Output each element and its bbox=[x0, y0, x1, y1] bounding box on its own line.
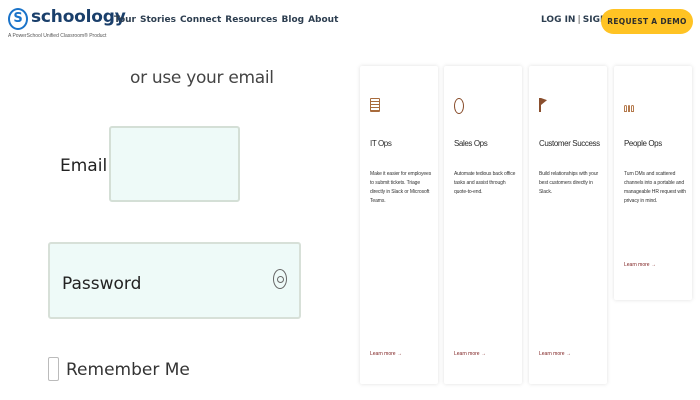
eye-icon[interactable] bbox=[273, 269, 287, 289]
login-link[interactable]: LOG IN bbox=[541, 15, 575, 25]
card-description: Build relationships with your best custo… bbox=[539, 171, 599, 195]
card-customer-success: Customer Success Build relationships wit… bbox=[529, 66, 607, 384]
password-label: Password bbox=[62, 274, 142, 294]
people-icon bbox=[624, 98, 635, 112]
logo-tagline: A PowerSchool Unified Classroom® Product bbox=[8, 33, 107, 39]
lightbulb-icon bbox=[454, 98, 464, 114]
card-it-ops: IT Ops Make it easier for employees to s… bbox=[360, 66, 438, 384]
learn-more-link[interactable]: Learn more → bbox=[454, 351, 486, 357]
logo-text: schoology bbox=[31, 7, 126, 27]
card-title: Customer Success bbox=[539, 139, 600, 148]
nav-item-connect[interactable]: Connect bbox=[180, 15, 221, 25]
header: S schoology A PowerSchool Unified Classr… bbox=[0, 0, 700, 46]
learn-more-link[interactable]: Learn more → bbox=[370, 351, 402, 357]
card-description: Turn DMs and scattered channels into a p… bbox=[624, 171, 686, 204]
remember-me-label[interactable]: Remember Me bbox=[66, 360, 190, 380]
nav-item-tour[interactable]: Tour bbox=[114, 15, 136, 25]
nav-item-stories[interactable]: Stories bbox=[140, 15, 176, 25]
card-title: Sales Ops bbox=[454, 139, 488, 148]
nav-item-blog[interactable]: Blog bbox=[282, 15, 305, 25]
card-people-ops: People Ops Turn DMs and scattered channe… bbox=[614, 66, 692, 300]
remember-me-checkbox[interactable] bbox=[48, 357, 59, 381]
schoology-logo[interactable]: S schoology A PowerSchool Unified Classr… bbox=[6, 6, 126, 40]
card-sales-ops: Sales Ops Automate tedious back office t… bbox=[444, 66, 522, 384]
auth-separator: | bbox=[577, 15, 581, 25]
learn-more-link[interactable]: Learn more → bbox=[539, 351, 571, 357]
main-nav: Tour Stories Connect Resources Blog Abou… bbox=[114, 15, 338, 25]
or-use-email-heading: or use your email bbox=[130, 68, 274, 88]
card-description: Automate tedious back office tasks and a… bbox=[454, 171, 516, 195]
flag-icon bbox=[539, 98, 547, 112]
card-description: Make it easier for employees to submit t… bbox=[370, 171, 432, 204]
email-field[interactable] bbox=[109, 126, 240, 202]
card-title: People Ops bbox=[624, 139, 662, 148]
request-demo-button[interactable]: REQUEST A DEMO bbox=[601, 9, 693, 34]
card-title: IT Ops bbox=[370, 139, 392, 148]
nav-item-resources[interactable]: Resources bbox=[225, 15, 277, 25]
document-icon bbox=[370, 98, 380, 112]
page: S schoology A PowerSchool Unified Classr… bbox=[0, 0, 700, 400]
email-label: Email bbox=[60, 156, 108, 176]
password-field[interactable]: Password bbox=[48, 242, 301, 319]
learn-more-link[interactable]: Learn more → bbox=[624, 262, 656, 268]
logo-mark-icon: S bbox=[8, 8, 28, 30]
nav-item-about[interactable]: About bbox=[308, 15, 338, 25]
